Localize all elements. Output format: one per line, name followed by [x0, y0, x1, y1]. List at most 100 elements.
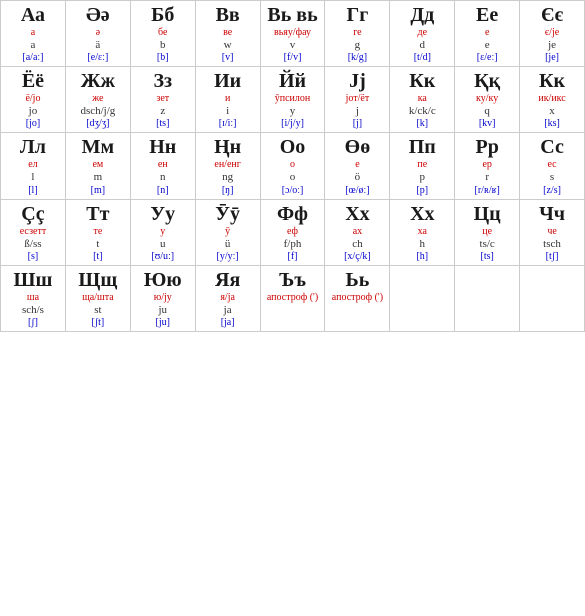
- letter-name: ə: [96, 27, 100, 39]
- cell-content: Оо о o [ɔ/oː]: [262, 135, 324, 196]
- latin-equiv: ü: [225, 238, 231, 251]
- cell-content: Çç есзетт ß/ss [s]: [2, 202, 64, 263]
- letter-name: а: [31, 27, 35, 39]
- letter-name: ё/јо: [25, 93, 40, 105]
- phonetic: [t]: [93, 251, 102, 263]
- cell-r4-c6: [390, 265, 455, 331]
- latin-equiv: ju: [158, 304, 167, 317]
- cell-content: Ее е e [ɛ/eː]: [456, 3, 518, 64]
- cell-r2-c7: Рр ер r [r/ʀ/ʁ]: [455, 133, 520, 199]
- cell-content: Вв ве w [v]: [197, 3, 259, 64]
- cell-content: Тт те t [t]: [67, 202, 129, 263]
- cell-r0-c4: Вь вь вьяу/фау v [f/v]: [260, 1, 325, 67]
- latin-equiv: jo: [29, 105, 38, 118]
- phonetic: [ja]: [221, 317, 235, 329]
- cell-content: Ӯӯ ӯ ü [y/yː]: [197, 202, 259, 263]
- latin-equiv: q: [484, 105, 490, 118]
- latin-equiv: ä: [95, 39, 100, 52]
- letter-name: есзетт: [20, 226, 47, 238]
- letter-main: Йй: [279, 69, 306, 93]
- cell-content: Ьь апостроф ('): [326, 268, 388, 304]
- latin-equiv: l: [31, 171, 34, 184]
- letter-main: Чч: [539, 202, 565, 226]
- cell-content: Юю ю/ју ju [ju]: [132, 268, 194, 329]
- phonetic: [ts]: [156, 118, 169, 130]
- cell-r4-c0: Шш ша sch/s [ʃ]: [1, 265, 66, 331]
- letter-main: Лл: [20, 135, 46, 159]
- cell-r4-c5: Ьь апостроф ('): [325, 265, 390, 331]
- latin-equiv: u: [160, 238, 166, 251]
- cell-content: Щщ ща/шта st [ʃt]: [67, 268, 129, 329]
- letter-main: Сс: [540, 135, 564, 159]
- phonetic: [l]: [28, 185, 37, 197]
- cell-r0-c1: Әә ə ä [e/ɛː]: [65, 1, 130, 67]
- letter-name: ха: [418, 226, 427, 238]
- letter-name: ик/икс: [538, 93, 565, 105]
- letter-name: и: [225, 93, 230, 105]
- phonetic: [t/d]: [414, 52, 431, 64]
- letter-name: апостроф ('): [267, 292, 318, 304]
- letter-main: Ққ: [474, 69, 500, 93]
- letter-main: Çç: [21, 202, 44, 226]
- latin-equiv: s: [550, 171, 554, 184]
- letter-main: Дд: [410, 3, 434, 27]
- cell-content: Шш ша sch/s [ʃ]: [2, 268, 64, 329]
- cell-r4-c1: Щщ ща/шта st [ʃt]: [65, 265, 130, 331]
- latin-equiv: x: [549, 105, 555, 118]
- letter-name: те: [93, 226, 102, 238]
- latin-equiv: ß/ss: [24, 238, 41, 251]
- latin-equiv: f/ph: [284, 238, 302, 251]
- cell-content: Єє є/је je [je]: [521, 3, 583, 64]
- letter-main: Яя: [215, 268, 240, 292]
- cell-content: Цц це ts/c [ts]: [456, 202, 518, 263]
- phonetic: [a/aː]: [22, 52, 43, 64]
- letter-main: Пп: [409, 135, 436, 159]
- letter-main: Әә: [86, 3, 110, 27]
- cell-content: Ии и i [ɪ/iː]: [197, 69, 259, 130]
- latin-equiv: ng: [222, 171, 233, 184]
- cell-r2-c3: Ңн ен/енг ng [ŋ]: [195, 133, 260, 199]
- phonetic: [f]: [288, 251, 298, 263]
- letter-name: че: [547, 226, 556, 238]
- cell-r0-c6: Дд де d [t/d]: [390, 1, 455, 67]
- cell-r0-c3: Вв ве w [v]: [195, 1, 260, 67]
- cell-content: Кк ка k/ck/c [k]: [391, 69, 453, 130]
- alphabet-table: Аа а a [a/aː] Әә ə ä [e/ɛː] Бб бе b [b]: [0, 0, 585, 332]
- letter-main: Щщ: [78, 268, 117, 292]
- cell-content: Рр ер r [r/ʀ/ʁ]: [456, 135, 518, 196]
- letter-name: ге: [353, 27, 361, 39]
- letter-main: Фф: [277, 202, 308, 226]
- phonetic: [i/j/y]: [281, 118, 304, 130]
- letter-main: Ёё: [22, 69, 44, 93]
- letter-main: Юю: [144, 268, 182, 292]
- letter-main: Шш: [14, 268, 53, 292]
- letter-main: Ее: [476, 3, 498, 27]
- cell-r2-c4: Оо о o [ɔ/oː]: [260, 133, 325, 199]
- cell-r1-c7: Ққ ку/ку q [kv]: [455, 67, 520, 133]
- latin-equiv: w: [224, 39, 232, 52]
- letter-name: ша: [27, 292, 39, 304]
- cell-r3-c0: Çç есзетт ß/ss [s]: [1, 199, 66, 265]
- cell-content: Сс ес s [z/s]: [521, 135, 583, 196]
- letter-main: Тт: [86, 202, 109, 226]
- letter-main: Вв: [216, 3, 240, 27]
- cell-content: Ёё ё/јо jo [jo]: [2, 69, 64, 130]
- letter-main: Мм: [82, 135, 115, 159]
- letter-main: Зз: [153, 69, 172, 93]
- letter-main: Нн: [149, 135, 176, 159]
- letter-main: Кк: [409, 69, 435, 93]
- latin-equiv: dsch/j/g: [80, 105, 115, 118]
- phonetic: [r/ʀ/ʁ]: [475, 185, 500, 197]
- cell-r4-c3: Яя я/ја ja [ja]: [195, 265, 260, 331]
- cell-r1-c3: Ии и i [ɪ/iː]: [195, 67, 260, 133]
- cell-content: Уу у u [ʊ/uː]: [132, 202, 194, 263]
- cell-r0-c0: Аа а a [a/aː]: [1, 1, 66, 67]
- latin-equiv: p: [420, 171, 426, 184]
- latin-equiv: g: [355, 39, 361, 52]
- cell-content: Јј јот/ёт j [j]: [326, 69, 388, 130]
- latin-equiv: ja: [224, 304, 232, 317]
- cell-r4-c7: [455, 265, 520, 331]
- cell-content: Нн ен n [n]: [132, 135, 194, 196]
- phonetic: [je]: [545, 52, 559, 64]
- letter-main: Рр: [475, 135, 498, 159]
